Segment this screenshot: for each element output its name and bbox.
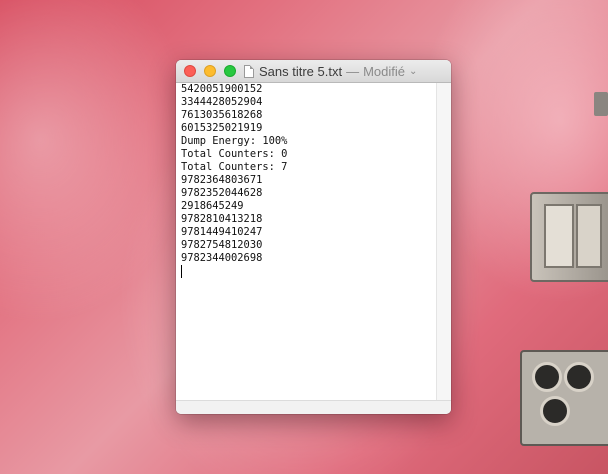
vertical-scrollbar[interactable] xyxy=(437,83,451,401)
wallpaper-object xyxy=(530,192,608,282)
window-title: Sans titre 5.txt xyxy=(259,63,343,79)
zoom-button[interactable] xyxy=(224,65,236,77)
text-line: 9781449410247 xyxy=(181,226,263,238)
wallpaper-object xyxy=(594,92,608,116)
title-bar[interactable]: Sans titre 5.txt — Modifié ⌄ xyxy=(176,60,451,83)
text-line: Total Counters: 7 xyxy=(181,161,288,173)
document-icon xyxy=(244,64,254,78)
text-line: 7613035618268 xyxy=(181,109,263,121)
text-line: 9782754812030 xyxy=(181,239,263,251)
text-line: 9782352044628 xyxy=(181,187,263,199)
text-line: 2918645249 xyxy=(181,200,244,212)
text-content: 5420051900152 3344428052904 7613035618268 6… xyxy=(181,83,287,265)
chevron-down-icon[interactable]: ⌄ xyxy=(409,66,417,77)
minimize-button[interactable] xyxy=(204,65,216,77)
text-line: 9782810413218 xyxy=(181,213,263,225)
text-line: Dump Energy: 100% xyxy=(181,135,288,147)
text-line: 9782364803671 xyxy=(181,174,263,186)
text-editor-window: Sans titre 5.txt — Modifié ⌄ 54200519001… xyxy=(176,60,451,414)
title-separator: — xyxy=(346,63,360,79)
text-line: Total Counters: 0 xyxy=(181,148,288,160)
document-status: Modifié xyxy=(363,63,406,79)
window-title-group[interactable]: Sans titre 5.txt — Modifié ⌄ xyxy=(244,63,417,79)
text-line: 9782344002698 xyxy=(181,252,263,264)
wallpaper-object xyxy=(520,350,608,446)
text-line: 6015325021919 xyxy=(181,122,263,134)
close-button[interactable] xyxy=(184,65,196,77)
text-line: 5420051900152 xyxy=(181,83,263,95)
window-bottom-bar xyxy=(176,400,451,414)
text-line: 3344428052904 xyxy=(181,96,263,108)
text-caret xyxy=(181,265,182,278)
text-area[interactable]: 5420051900152 3344428052904 7613035618268 6… xyxy=(176,83,437,401)
